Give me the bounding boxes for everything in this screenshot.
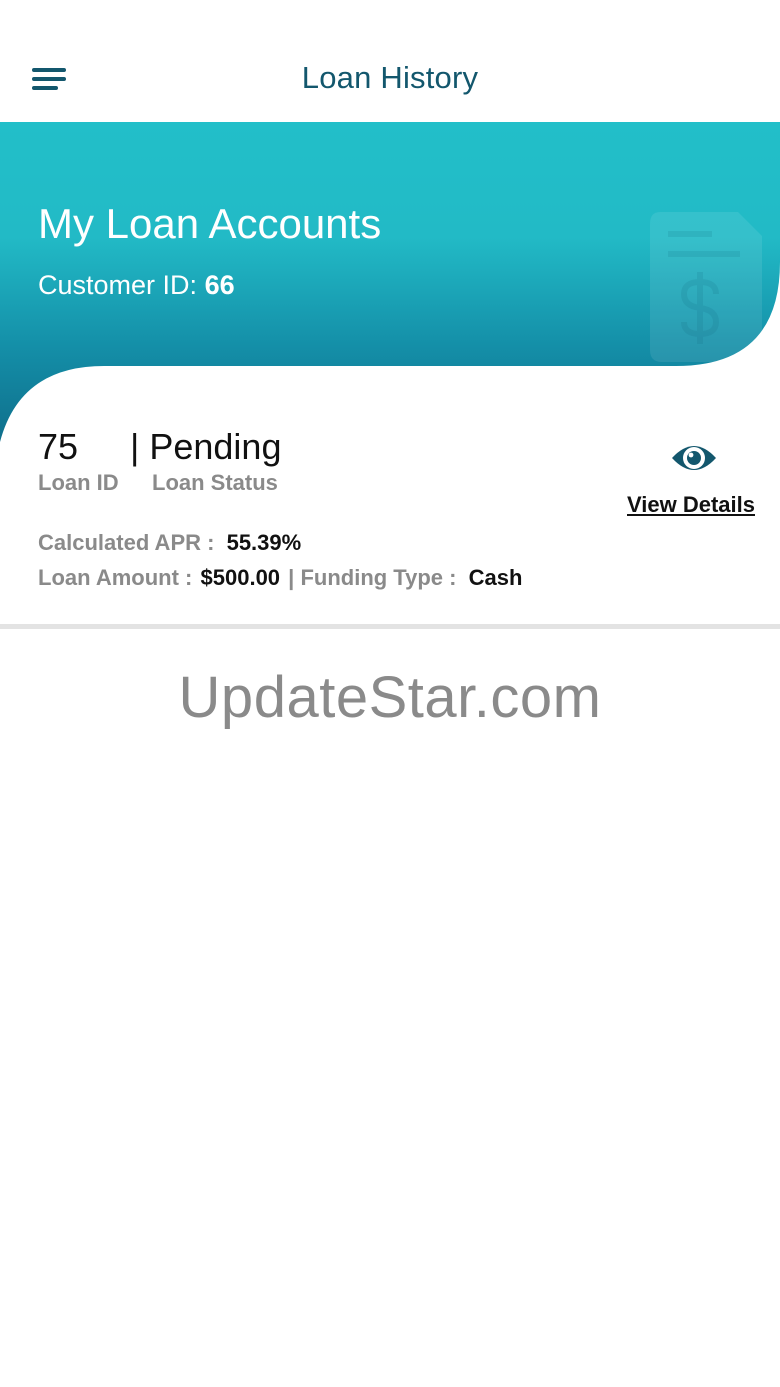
apr-label: Calculated APR : (38, 530, 215, 555)
banner-title: My Loan Accounts (38, 200, 382, 247)
apr-value: 55.39% (226, 530, 302, 555)
eye-icon (672, 446, 716, 470)
app-header: Loan History (0, 0, 780, 122)
loan-status-label: Loan Status (152, 470, 278, 495)
loan-amount-value: $500.00 (200, 565, 281, 590)
customer-id-label: Customer ID: (38, 270, 198, 300)
separator: | (288, 565, 295, 590)
view-details-label: View Details (627, 492, 755, 517)
loan-amount-label: Loan Amount : (38, 565, 193, 590)
loan-card[interactable]: 75 | Pending Loan ID Loan Status View De… (0, 400, 780, 626)
customer-id-value: 66 (204, 270, 235, 300)
page-title: Loan History (301, 60, 479, 95)
loan-history-screen: Loan History My Loan Accounts Customer I… (0, 0, 780, 1387)
loan-id-label: Loan ID (38, 470, 119, 495)
apr-row: Calculated APR : 55.39% (38, 530, 301, 556)
amount-row: Loan Amount : $500.00 | Funding Type : C… (38, 565, 522, 591)
card-divider (0, 624, 780, 629)
loan-status-value: | Pending (130, 426, 282, 467)
funding-type-value: Cash (468, 565, 523, 590)
loan-id-value: 75 (38, 426, 79, 467)
view-details-button[interactable]: View Details (616, 438, 766, 522)
funding-type-label: Funding Type : (300, 565, 457, 590)
customer-id-line: Customer ID: 66 (38, 270, 235, 301)
watermark-text: UpdateStar.com (178, 665, 602, 730)
